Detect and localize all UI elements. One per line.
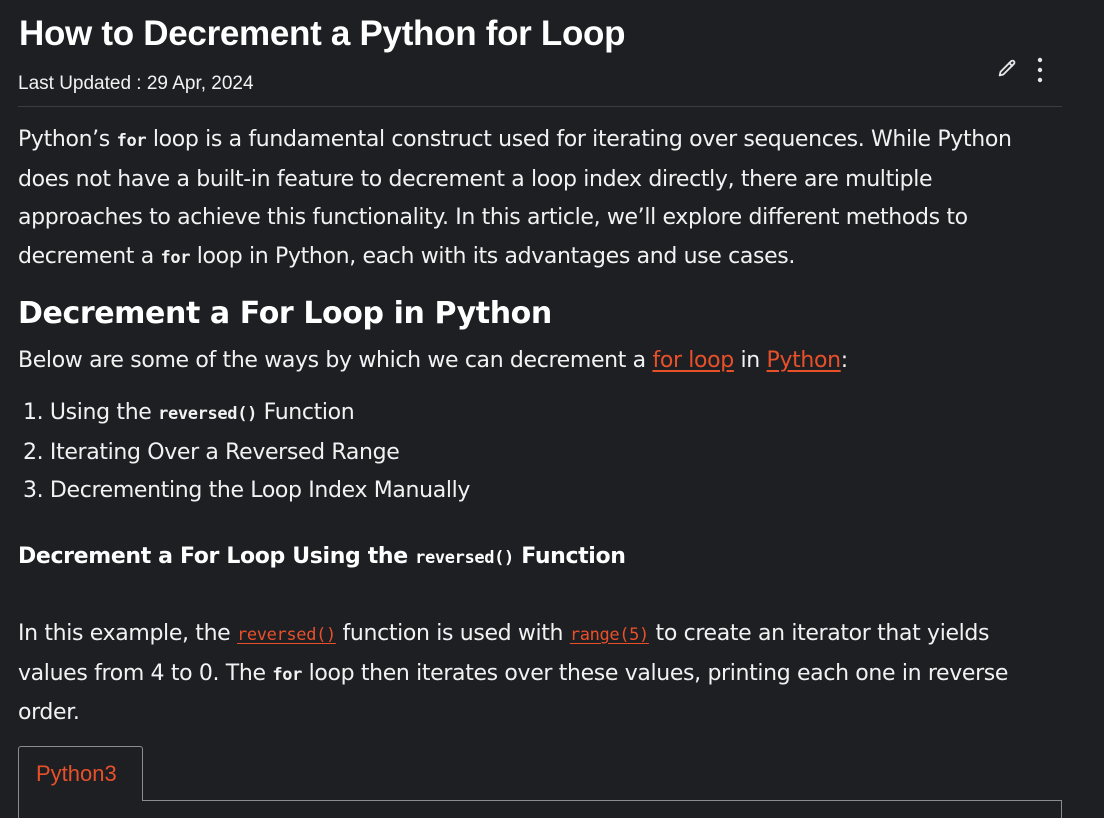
inline-code: reversed() — [158, 404, 257, 424]
lead-text: in — [733, 348, 767, 373]
intro-text: Python’s — [18, 127, 117, 152]
article-page: How to Decrement a Python for Loop Last … — [0, 0, 1104, 818]
section-lead: Below are some of the ways by which we c… — [18, 342, 1062, 381]
methods-list: 1. Using the reversed() Function 2. Iter… — [23, 394, 470, 511]
list-item-text: Function — [256, 400, 355, 425]
list-item-text: 1. Using the — [23, 400, 159, 425]
list-item: 2. Iterating Over a Reversed Range — [23, 439, 400, 465]
heading-text: Function — [513, 544, 626, 569]
inline-code: for — [272, 664, 302, 685]
list-item: 1. Using the reversed() Function — [23, 394, 470, 434]
vertical-dots-icon[interactable] — [1030, 56, 1050, 84]
python-link[interactable]: Python — [767, 348, 842, 373]
inline-code: for — [116, 131, 147, 151]
intro-paragraph: Python’s for loop is a fundamental const… — [18, 121, 1062, 278]
pencil-icon[interactable] — [996, 58, 1018, 80]
heading-text: Decrement a For Loop Using the — [18, 544, 416, 569]
for-loop-link[interactable]: for loop — [652, 348, 734, 373]
tab-label: Python3 — [36, 761, 117, 786]
tab-python3[interactable]: Python3 — [18, 746, 143, 801]
example-paragraph: In this example, the reversed() function… — [18, 615, 1062, 733]
lead-text: : — [840, 348, 848, 373]
example-text: In this example, the — [18, 621, 237, 646]
subsection-heading: Decrement a For Loop Using the reversed(… — [18, 544, 626, 569]
page-title: How to Decrement a Python for Loop — [19, 14, 626, 53]
article-header: How to Decrement a Python for Loop Last … — [18, 0, 1062, 107]
section-heading: Decrement a For Loop in Python — [18, 296, 552, 331]
intro-text: loop in Python, each with its advantages… — [190, 244, 796, 270]
range-link[interactable]: range(5) — [570, 625, 649, 645]
example-text: function is used with — [335, 621, 570, 646]
lead-text: Below are some of the ways by which we c… — [18, 348, 653, 373]
heading-code: reversed() — [415, 548, 514, 568]
inline-code: for — [160, 248, 191, 269]
list-item: 3. Decrementing the Loop Index Manually — [23, 478, 471, 503]
reversed-link[interactable]: reversed() — [237, 625, 336, 645]
code-block — [18, 800, 1062, 818]
last-updated-date: Last Updated : 29 Apr, 2024 — [18, 73, 254, 94]
